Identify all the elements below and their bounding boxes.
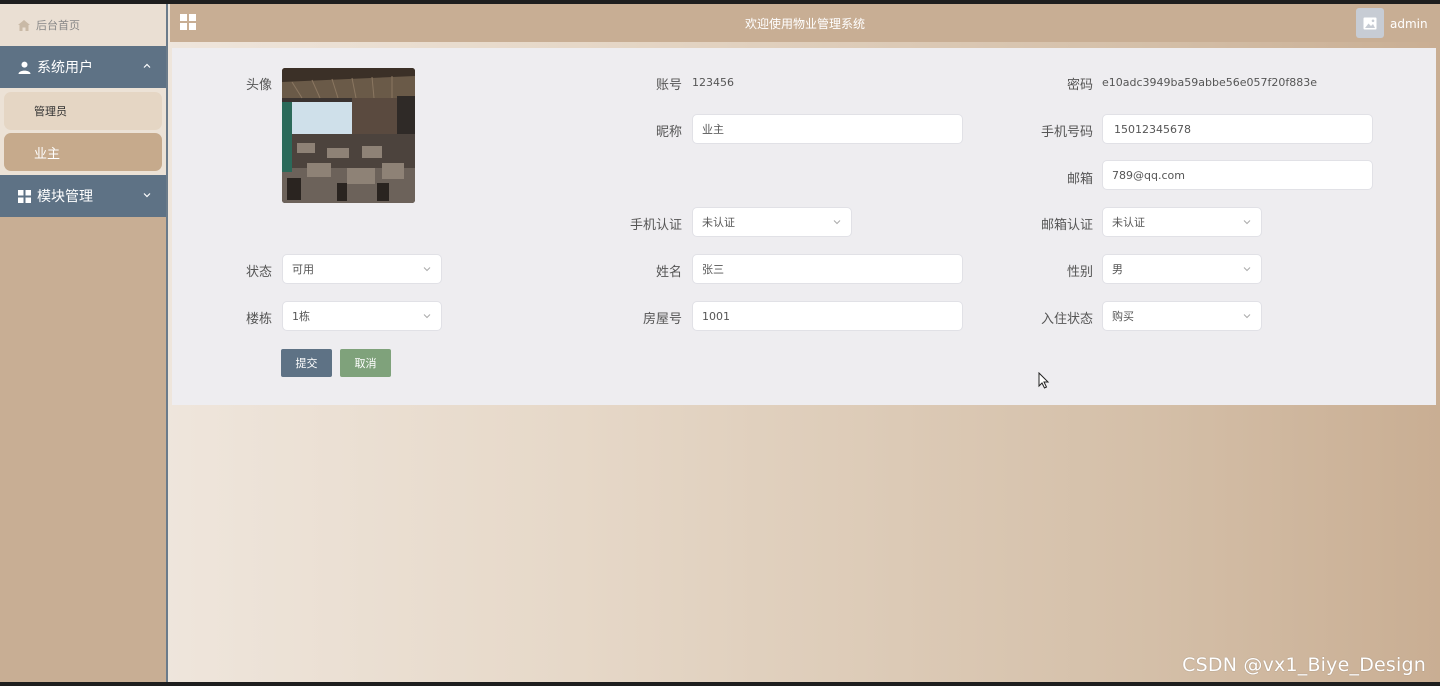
page-title: 欢迎使用物业管理系统 (744, 17, 865, 31)
sidebar-item-label: 业主 (34, 146, 61, 162)
sidebar-item-label: 管理员 (34, 105, 67, 118)
submit-button[interactable]: 提交 (281, 349, 332, 377)
chevron-down-icon (1243, 220, 1251, 225)
nickname-input-value: 业主 (702, 123, 724, 136)
phone-verify-label: 手机认证 (629, 218, 682, 233)
email-verify-value: 未认证 (1112, 216, 1145, 229)
chevron-down-icon (1243, 267, 1251, 272)
owner-form: 头像 账号 123456 密码 e10adc3949ba59abbe56e057… (172, 48, 1436, 405)
building-select[interactable]: 1栋 (282, 301, 442, 331)
name-input[interactable]: 张三 (692, 254, 963, 284)
email-input[interactable]: 789@qq.com (1102, 160, 1373, 190)
home-icon (18, 19, 30, 31)
phone-input[interactable]: 15012345678 (1102, 114, 1373, 144)
gender-value: 男 (1112, 263, 1123, 276)
sidebar-group-label: 系统用户 (37, 60, 93, 76)
sidebar: 后台首页 系统用户 管理员 业主 模块管理 (0, 4, 168, 682)
restaurant-photo (282, 68, 415, 203)
phone-input-value: 15012345678 (1114, 122, 1191, 136)
user-icon (18, 61, 31, 74)
sidebar-group-label: 模块管理 (37, 189, 93, 205)
grid-icon (18, 189, 31, 203)
account-label: 账号 (655, 78, 682, 93)
mouse-cursor-icon (1038, 372, 1050, 389)
room-input[interactable]: 1001 (692, 301, 963, 331)
chevron-down-icon (143, 193, 151, 198)
checkin-value: 购买 (1112, 310, 1134, 323)
chevron-down-icon (833, 220, 841, 225)
chevron-down-icon (423, 314, 431, 319)
sidebar-home-label: 后台首页 (36, 19, 80, 32)
password-label: 密码 (1066, 78, 1093, 93)
room-label: 房屋号 (642, 312, 682, 327)
top-bar: 欢迎使用物业管理系统 admin (170, 4, 1440, 42)
status-select[interactable]: 可用 (282, 254, 442, 284)
sidebar-home[interactable]: 后台首页 (0, 4, 166, 46)
checkin-select[interactable]: 购买 (1102, 301, 1262, 331)
nickname-label: 昵称 (655, 125, 682, 140)
email-input-value: 789@qq.com (1112, 168, 1185, 182)
chevron-down-icon (423, 267, 431, 272)
watermark: CSDN @vx1_Biye_Design (1182, 654, 1426, 676)
sidebar-group-system-users[interactable]: 系统用户 (0, 46, 166, 88)
sidebar-item-admin[interactable]: 管理员 (4, 92, 162, 130)
room-input-value: 1001 (702, 309, 730, 323)
gender-select[interactable]: 男 (1102, 254, 1262, 284)
image-icon (1363, 17, 1377, 29)
email-verify-select[interactable]: 未认证 (1102, 207, 1262, 237)
status-label: 状态 (245, 265, 272, 280)
building-label: 楼栋 (245, 312, 272, 327)
sidebar-item-owner[interactable]: 业主 (4, 133, 162, 171)
sidebar-submenu: 管理员 业主 (0, 88, 166, 175)
phone-verify-value: 未认证 (702, 216, 735, 229)
nickname-input[interactable]: 业主 (692, 114, 963, 144)
building-value: 1栋 (292, 310, 310, 323)
avatar-photo[interactable] (282, 68, 415, 203)
avatar[interactable] (1356, 8, 1384, 38)
username[interactable]: admin (1390, 17, 1428, 31)
email-label: 邮箱 (1066, 172, 1093, 187)
chevron-down-icon (1243, 314, 1251, 319)
sidebar-group-modules[interactable]: 模块管理 (0, 175, 166, 217)
name-input-value: 张三 (702, 263, 724, 276)
password-value: e10adc3949ba59abbe56e057f20f883e (1102, 76, 1317, 89)
account-value: 123456 (692, 76, 734, 89)
gender-label: 性别 (1066, 265, 1093, 280)
avatar-label: 头像 (245, 78, 272, 93)
chevron-up-icon (143, 63, 151, 68)
phone-label: 手机号码 (1040, 125, 1093, 140)
phone-verify-select[interactable]: 未认证 (692, 207, 852, 237)
name-label: 姓名 (655, 265, 682, 280)
status-value: 可用 (292, 263, 314, 276)
cancel-button[interactable]: 取消 (340, 349, 391, 377)
app-window: 后台首页 系统用户 管理员 业主 模块管理 欢迎使用物业管理系统 admin 头… (0, 4, 1440, 682)
checkin-label: 入住状态 (1040, 312, 1093, 327)
email-verify-label: 邮箱认证 (1040, 218, 1093, 233)
